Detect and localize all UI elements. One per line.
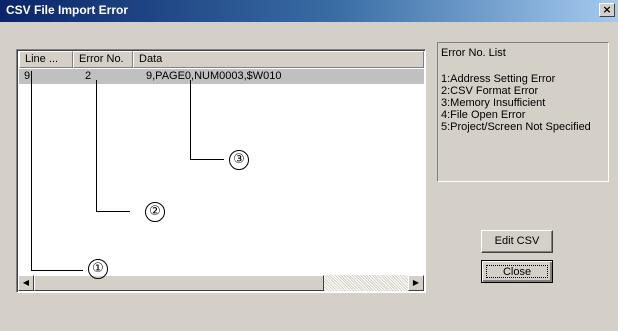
cell-error-no: 2: [85, 70, 92, 82]
window-title: CSV File Import Error: [6, 3, 129, 17]
callout-line-3-h: [190, 159, 224, 160]
close-button-label: Close: [486, 265, 548, 278]
error-item: 3:Memory Insufficient: [441, 97, 546, 109]
edit-csv-button[interactable]: Edit CSV: [481, 230, 553, 253]
close-button[interactable]: Close: [481, 260, 553, 283]
csv-import-error-dialog: CSV File Import Error × Line ... Error N…: [0, 0, 618, 331]
close-icon[interactable]: ×: [599, 3, 615, 17]
error-list-view[interactable]: Line ... Error No. Data 9 2 9,PAGE0,NUM0…: [16, 49, 426, 293]
cell-data: 9,PAGE0,NUM0003,$W010: [146, 70, 282, 82]
arrow-right-icon[interactable]: ▶: [408, 275, 424, 291]
callout-marker-3: ③: [229, 150, 249, 170]
callout-line-2: [96, 80, 97, 211]
callout-marker-2: ②: [145, 202, 165, 222]
table-row[interactable]: 9 2 9,PAGE0,NUM0003,$W010: [19, 69, 424, 84]
cell-line: 9: [24, 70, 31, 82]
callout-line-1: [31, 71, 32, 270]
error-no-list-panel: Error No. List 1:Address Setting Error 2…: [437, 42, 609, 182]
column-header-error-no[interactable]: Error No.: [73, 51, 133, 68]
column-header-line[interactable]: Line ...: [19, 51, 73, 68]
error-list-title: Error No. List: [441, 47, 506, 59]
error-item: 5:Project/Screen Not Specified: [441, 121, 591, 133]
arrow-left-icon[interactable]: ◀: [18, 275, 34, 291]
horizontal-scrollbar[interactable]: ◀ ▶: [18, 275, 424, 291]
callout-line-3: [190, 80, 191, 159]
scroll-thumb[interactable]: [34, 275, 324, 291]
error-item: 4:File Open Error: [441, 109, 526, 121]
callout-line-1-h: [31, 270, 83, 271]
error-item: 2:CSV Format Error: [441, 85, 539, 97]
callout-line-2-h: [96, 211, 130, 212]
callout-marker-1: ①: [88, 259, 108, 279]
error-item: 1:Address Setting Error: [441, 73, 556, 85]
column-header-data[interactable]: Data: [133, 51, 424, 68]
title-bar[interactable]: CSV File Import Error ×: [0, 0, 618, 22]
